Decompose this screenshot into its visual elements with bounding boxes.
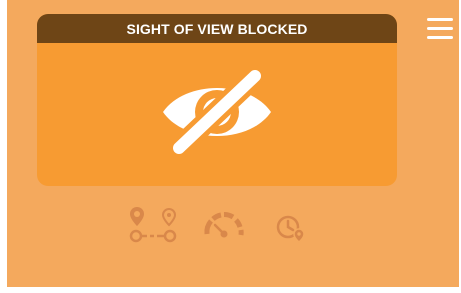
alert-card: SIGHT OF VIEW BLOCKED [37,14,397,186]
alert-title: SIGHT OF VIEW BLOCKED [37,14,397,43]
menu-button[interactable] [427,18,453,40]
hamburger-menu-icon [427,18,453,21]
speedometer-icon[interactable] [203,210,245,240]
clock-location-icon[interactable] [275,212,307,244]
eye-slash-icon [163,65,271,159]
route-pins-icon[interactable] [127,205,179,243]
hamburger-menu-icon-line [427,36,453,39]
app-frame: SIGHT OF VIEW BLOCKED [7,0,459,287]
hamburger-menu-icon-line [427,27,453,30]
